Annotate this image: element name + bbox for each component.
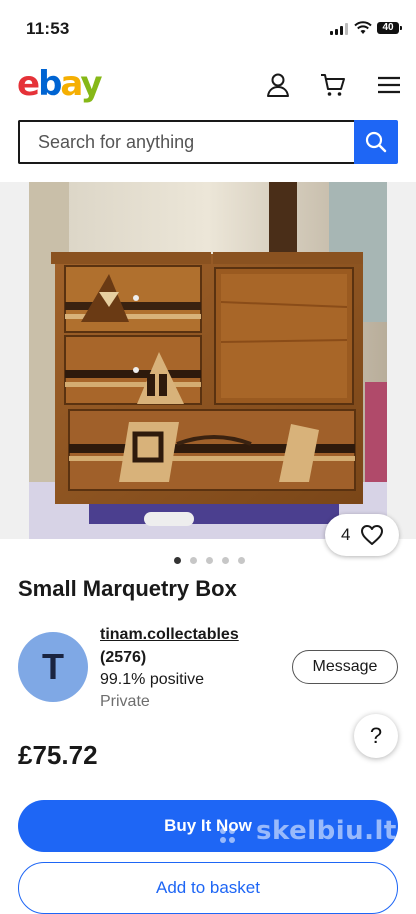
- marquetry-box-photo: [29, 182, 387, 539]
- add-to-basket-button[interactable]: Add to basket: [18, 862, 398, 914]
- pagination-dot[interactable]: [222, 557, 229, 564]
- help-button[interactable]: ?: [354, 714, 398, 758]
- header: ebay: [0, 58, 416, 110]
- battery-icon: 40: [377, 22, 402, 34]
- pagination-dot[interactable]: [238, 557, 245, 564]
- price: £75.72: [18, 740, 98, 770]
- watch-count: 4: [341, 525, 351, 544]
- pagination-dot[interactable]: [174, 557, 181, 564]
- search-field-wrapper: [18, 120, 356, 164]
- search-button[interactable]: [354, 120, 398, 164]
- watch-button[interactable]: 4: [325, 514, 399, 556]
- status-time: 11:53: [26, 19, 70, 38]
- signal-icon: [330, 23, 348, 35]
- message-button[interactable]: Message: [292, 650, 398, 684]
- status-bar: 11:53 40: [0, 0, 416, 58]
- watermark-text: skelbiu.lt: [256, 816, 397, 846]
- wifi-icon: [354, 21, 372, 34]
- seller-type: Private: [100, 693, 150, 710]
- product-gallery[interactable]: [0, 182, 416, 539]
- heart-icon: [361, 525, 383, 545]
- account-icon[interactable]: [265, 72, 291, 98]
- search-bar: [18, 120, 398, 164]
- seller-feedback-percent: 99.1% positive: [100, 671, 205, 688]
- seller-avatar[interactable]: T: [18, 632, 88, 702]
- ebay-logo[interactable]: ebay: [17, 64, 103, 104]
- pagination-dot[interactable]: [190, 557, 197, 564]
- search-input[interactable]: [20, 122, 338, 162]
- search-icon: [365, 131, 387, 153]
- cart-icon[interactable]: [320, 72, 346, 98]
- pagination-dot[interactable]: [206, 557, 213, 564]
- product-image[interactable]: [29, 182, 387, 539]
- gallery-pagination: [174, 556, 246, 566]
- menu-icon[interactable]: [376, 72, 402, 98]
- watermark-logo-icon: [220, 828, 235, 843]
- seller-name-link[interactable]: tinam.collectables: [100, 626, 239, 644]
- product-title: Small Marquetry Box: [18, 576, 237, 601]
- seller-feedback-count[interactable]: (2576): [100, 649, 146, 667]
